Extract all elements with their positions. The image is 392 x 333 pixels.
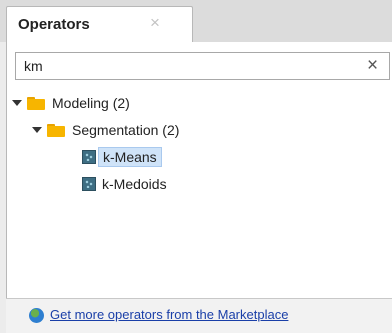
tree-item-label: Segmentation (2) [72, 122, 180, 138]
expand-arrow-icon[interactable] [12, 100, 22, 106]
operator-icon [82, 177, 96, 191]
search-box: × [15, 52, 390, 80]
tab-operators[interactable]: Operators × [6, 6, 193, 42]
panel-footer: Get more operators from the Marketplace [6, 299, 392, 333]
expand-arrow-icon[interactable] [32, 127, 42, 133]
operator-item-k-means[interactable]: k-Means [7, 147, 387, 169]
globe-icon [29, 308, 44, 323]
operator-label: k-Means [98, 147, 162, 167]
clear-icon[interactable]: × [367, 55, 378, 77]
tree-item-segmentation[interactable]: Segmentation (2) [7, 120, 387, 142]
operators-panel: Operators × × Modeling (2) Segmentation … [0, 0, 392, 333]
operator-item-k-medoids[interactable]: k-Medoids [7, 174, 387, 196]
close-icon[interactable]: × [150, 13, 160, 33]
operator-icon [82, 150, 96, 164]
marketplace-link[interactable]: Get more operators from the Marketplace [50, 307, 288, 322]
folder-icon [47, 124, 65, 137]
tree-item-label: Modeling (2) [52, 95, 130, 111]
tree-item-modeling[interactable]: Modeling (2) [7, 93, 387, 115]
panel-content: × Modeling (2) Segmentation (2) k-Means [6, 42, 392, 333]
folder-icon [27, 97, 45, 110]
tab-bar: Operators × [0, 0, 392, 42]
search-input[interactable] [16, 53, 354, 79]
tab-title: Operators [18, 16, 90, 33]
operator-label: k-Medoids [102, 176, 167, 192]
